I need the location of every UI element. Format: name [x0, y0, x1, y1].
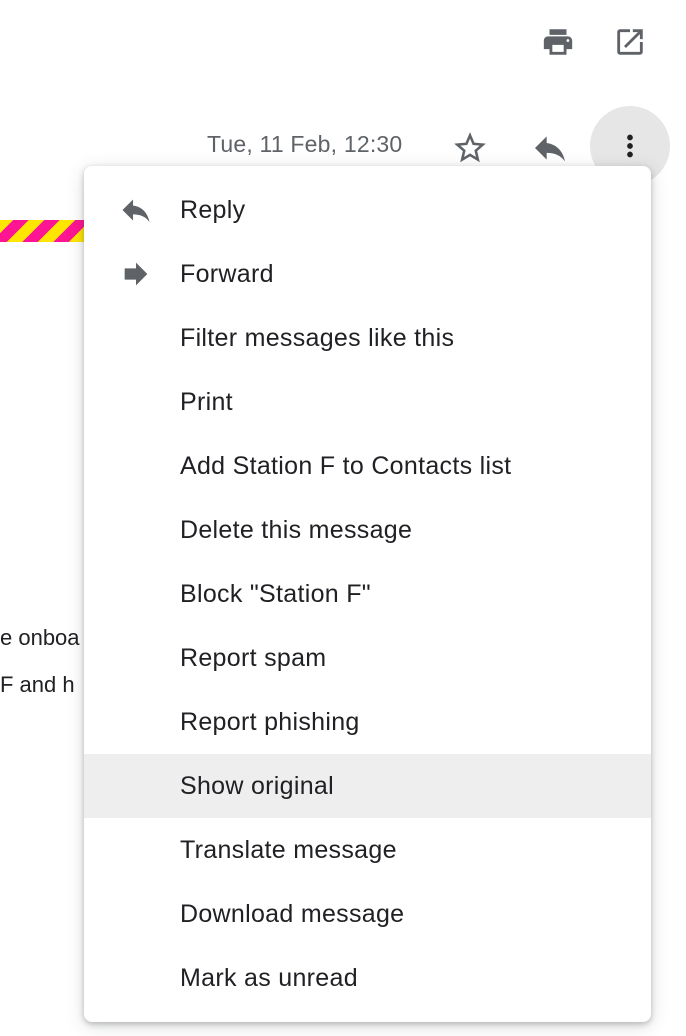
email-body-text: F and h [0, 672, 75, 697]
message-date: Tue, 11 Feb, 12:30 [207, 131, 403, 157]
menu-item-label: Translate message [180, 835, 397, 864]
menu-item-label: Mark as unread [180, 963, 358, 992]
menu-item-reply[interactable]: Reply [84, 178, 651, 242]
email-view: Tue, 11 Feb, 12:30 e onboa F and h Reply [0, 0, 686, 1036]
more-options-menu: Reply Forward Filter messages like this … [84, 166, 651, 1022]
star-button[interactable] [446, 124, 494, 172]
open-in-new-icon [617, 29, 643, 55]
open-in-new-window-button[interactable] [610, 22, 650, 62]
star-outline-icon [454, 132, 486, 163]
menu-item-print[interactable]: Print [84, 370, 651, 434]
menu-item-forward[interactable]: Forward [84, 242, 651, 306]
menu-item-label: Download message [180, 899, 405, 928]
menu-item-add-to-contacts[interactable]: Add Station F to Contacts list [84, 434, 651, 498]
menu-item-label: Forward [180, 259, 274, 288]
menu-item-label: Add Station F to Contacts list [180, 451, 512, 480]
email-body-text: e onboa [0, 625, 80, 650]
menu-item-mark-as-unread[interactable]: Mark as unread [84, 946, 651, 1010]
more-vert-icon [627, 134, 633, 158]
menu-item-label: Report phishing [180, 707, 360, 736]
menu-item-filter-messages[interactable]: Filter messages like this [84, 306, 651, 370]
menu-item-label: Filter messages like this [180, 323, 455, 352]
menu-item-label: Show original [180, 771, 334, 800]
menu-item-report-phishing[interactable]: Report phishing [84, 690, 651, 754]
menu-item-show-original[interactable]: Show original [84, 754, 651, 818]
menu-item-translate-message[interactable]: Translate message [84, 818, 651, 882]
print-icon [543, 29, 573, 55]
print-all-button[interactable] [538, 22, 578, 62]
menu-item-delete-message[interactable]: Delete this message [84, 498, 651, 562]
menu-item-label: Delete this message [180, 515, 413, 544]
menu-item-label: Print [180, 387, 233, 416]
forward-icon [118, 258, 154, 290]
reply-icon [118, 194, 154, 226]
menu-item-report-spam[interactable]: Report spam [84, 626, 651, 690]
reply-icon [535, 136, 565, 162]
menu-item-label: Block "Station F" [180, 579, 371, 608]
menu-item-label: Report spam [180, 643, 327, 672]
reply-button[interactable] [526, 124, 574, 172]
menu-item-label: Reply [180, 195, 246, 224]
menu-item-block-sender[interactable]: Block "Station F" [84, 562, 651, 626]
menu-item-download-message[interactable]: Download message [84, 882, 651, 946]
